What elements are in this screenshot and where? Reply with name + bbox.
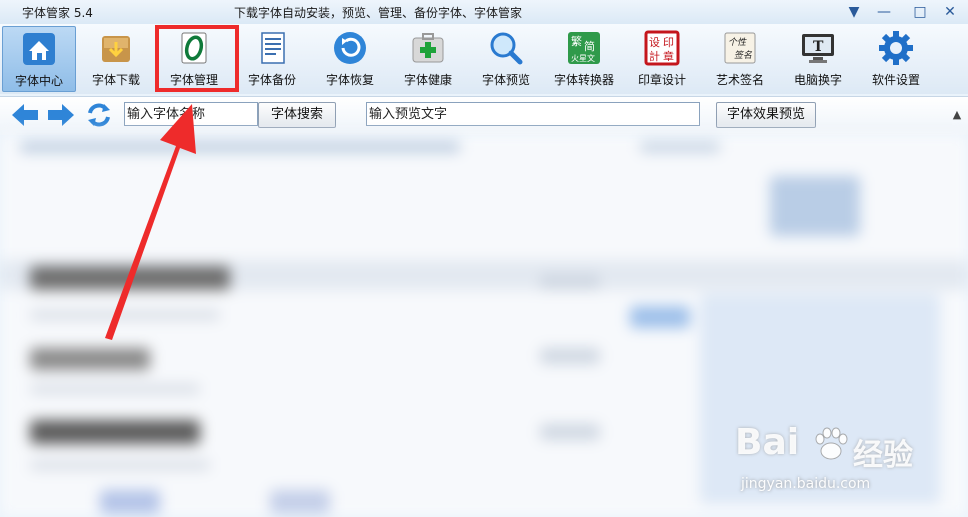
watermark-url: jingyan.baidu.com <box>741 476 871 492</box>
watermark-brand: Bai <box>735 422 800 463</box>
watermark-brand-cn: 经验 <box>853 438 913 473</box>
baidu-watermark: Bai 经验 jingyan.baidu.com <box>735 410 935 510</box>
app-window: 字体管家 5.4 下载字体自动安装，预览、管理、备份字体、字体管家 ▼ — □ … <box>0 0 968 517</box>
paw-icon <box>815 427 848 460</box>
